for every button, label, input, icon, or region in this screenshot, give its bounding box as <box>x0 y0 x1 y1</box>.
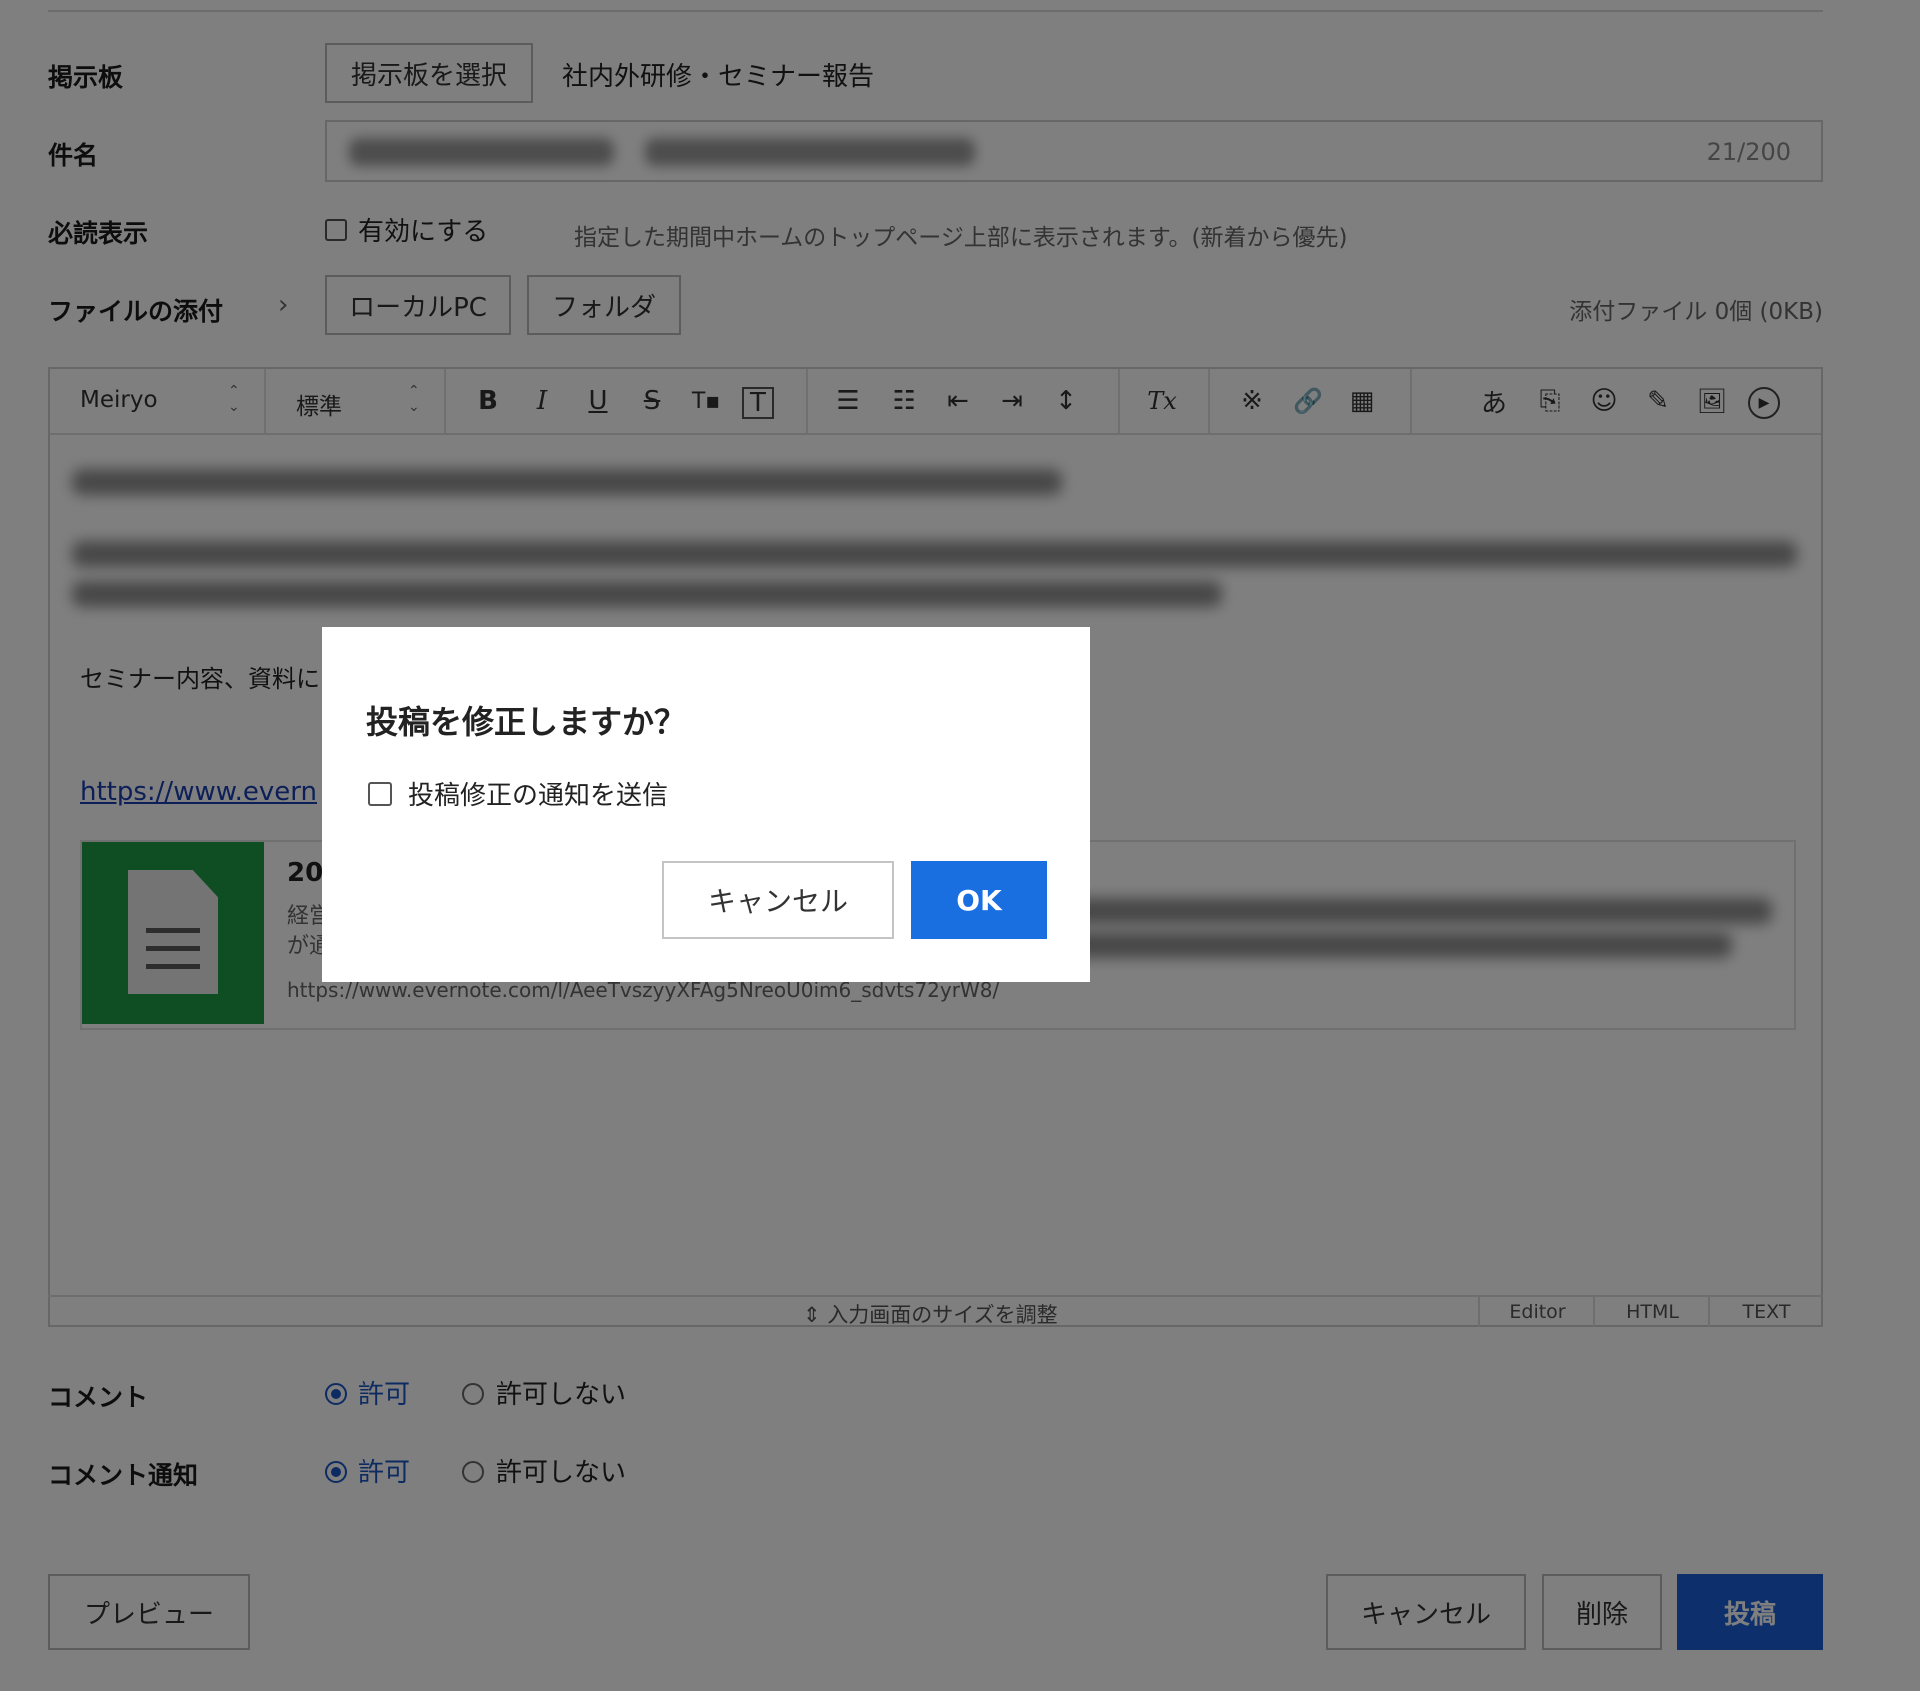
dialog-cancel-button[interactable]: キャンセル <box>662 861 894 939</box>
dialog-title: 投稿を修正しますか？ <box>366 703 687 741</box>
confirm-edit-dialog: 投稿を修正しますか？ 投稿修正の通知を送信 キャンセル OK <box>322 627 1090 982</box>
notify-edit-checkbox[interactable] <box>368 782 392 806</box>
dialog-ok-button[interactable]: OK <box>911 861 1047 939</box>
notify-edit-checkbox-label[interactable]: 投稿修正の通知を送信 <box>408 775 668 812</box>
